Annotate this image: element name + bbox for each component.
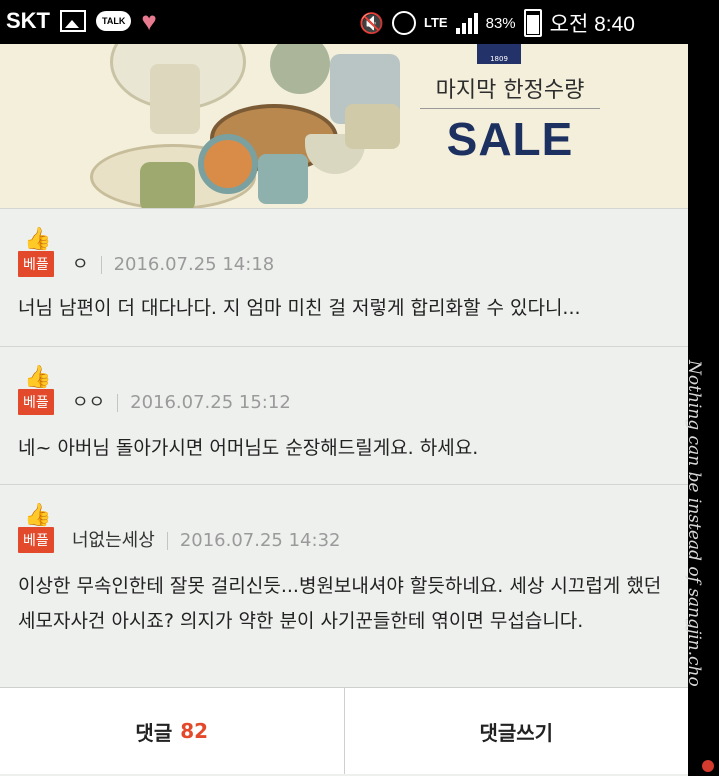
comment-item: 👍 베플 ㅇ 2016.07.25 14:18 너님 남편이 더 대다나다. 지… bbox=[0, 208, 688, 347]
banner-subtitle: 마지막 한정수량 bbox=[435, 78, 585, 103]
cup-image bbox=[345, 104, 400, 149]
notification-dot bbox=[702, 760, 714, 772]
signal-icon bbox=[455, 12, 478, 34]
best-comment-badge: 👍 베플 bbox=[18, 229, 58, 277]
comment-date: 2016.07.25 14:32 bbox=[179, 530, 341, 551]
comment-author[interactable]: 너없는세상 bbox=[72, 529, 155, 553]
comment-author[interactable]: ㅇㅇ bbox=[72, 391, 105, 415]
comment-date: 2016.07.25 14:18 bbox=[113, 254, 275, 275]
comment-text: 네~ 아버님 돌아가시면 어머님도 순장해드릴게요. 하세요. bbox=[18, 437, 479, 459]
cup-image bbox=[150, 64, 200, 134]
battery-icon bbox=[523, 9, 542, 37]
network-type: LTE bbox=[424, 15, 448, 30]
view-comments-button[interactable]: 댓글 82 bbox=[0, 688, 344, 774]
mute-icon: 🔇 bbox=[359, 12, 385, 35]
kakaotalk-icon: TALK bbox=[96, 11, 132, 31]
comment-text: 너님 남편이 더 대다나다. 지 엄마 미친 걸 저렇게 합리화할 수 있다니.… bbox=[18, 297, 581, 319]
comment-text: 이상한 무속인한테 잘못 걸리신듯...병원보내셔야 할듯하네요. 세상 시끄럽… bbox=[18, 575, 662, 632]
comment-date: 2016.07.25 15:12 bbox=[130, 392, 291, 413]
clock: 오전 8:40 bbox=[549, 13, 635, 36]
comment-action-bar: 댓글 82 댓글쓰기 bbox=[0, 687, 688, 774]
article-comments-view: 1809 마지막 한정수량 SALE 👍 베플 ㅇ 2016.07.25 14:… bbox=[0, 44, 688, 776]
best-comment-badge: 👍 베플 bbox=[18, 367, 58, 415]
thumbs-up-icon: 👍 bbox=[24, 365, 52, 390]
plate-image bbox=[270, 44, 330, 94]
comment-author[interactable]: ㅇ bbox=[72, 253, 89, 277]
divider bbox=[117, 394, 119, 412]
comments-label: 댓글 bbox=[135, 720, 173, 745]
comment-item: 👍 베플 너없는세상 2016.07.25 14:32 이상한 무속인한테 잘못… bbox=[0, 484, 688, 688]
comment-item: 👍 베플 ㅇㅇ 2016.07.25 15:12 네~ 아버님 돌아가시면 어머… bbox=[0, 346, 688, 485]
comments-count: 82 bbox=[180, 719, 209, 743]
banner-sale-text: SALE bbox=[446, 113, 574, 165]
status-bar: SKT TALK ♥ 🔇 LTE 83% 오전 8:40 bbox=[0, 0, 719, 44]
mug-pattern-image bbox=[198, 134, 258, 194]
sale-banner-ad[interactable]: 1809 마지막 한정수량 SALE bbox=[0, 44, 688, 208]
best-comment-badge: 👍 베플 bbox=[18, 505, 58, 553]
thumbs-up-icon: 👍 bbox=[24, 227, 52, 252]
banner-divider bbox=[420, 108, 600, 109]
divider bbox=[166, 532, 168, 550]
divider bbox=[100, 256, 102, 274]
gallery-icon bbox=[60, 10, 86, 32]
thumbs-up-icon: 👍 bbox=[24, 503, 52, 528]
mug-image bbox=[258, 154, 308, 204]
mug-image bbox=[140, 162, 195, 208]
heart-icon: ♥ bbox=[141, 6, 157, 36]
battery-percent: 83% bbox=[485, 14, 516, 32]
write-comment-button[interactable]: 댓글쓰기 bbox=[343, 688, 689, 774]
brand-logo: 1809 bbox=[477, 44, 521, 64]
watermark-text: Nothing can be instead of sangjin.cho bbox=[684, 360, 704, 687]
carrier-label: SKT bbox=[6, 8, 50, 33]
alarm-icon bbox=[392, 11, 417, 35]
